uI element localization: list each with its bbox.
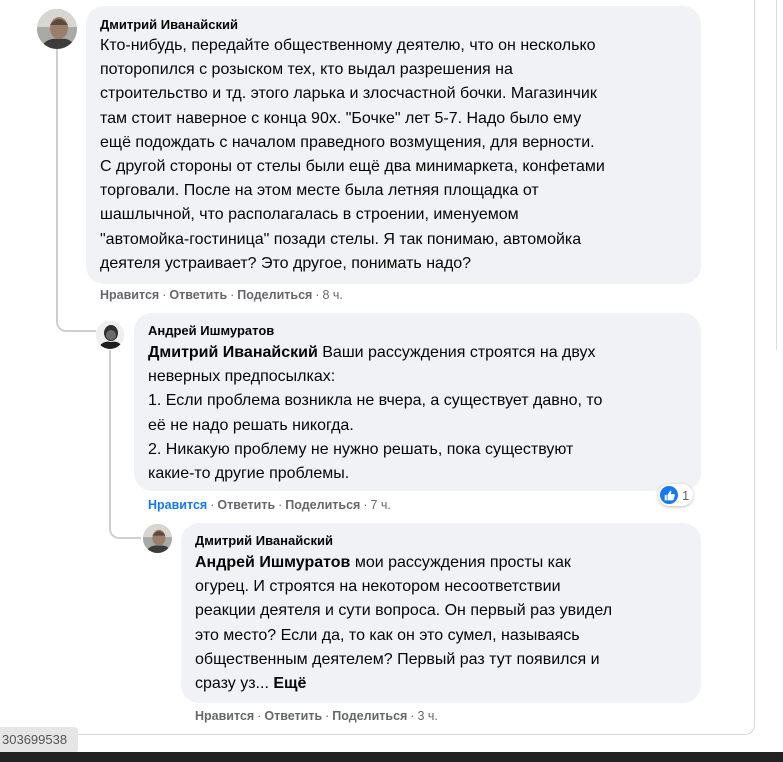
comment-actions: Нравится · Ответить · Поделиться · 3 ч. <box>195 709 438 723</box>
mention-link[interactable]: Дмитрий Иванайский <box>148 344 318 361</box>
avatar-andrey[interactable] <box>96 321 124 349</box>
footer-id-badge: 303699538 <box>0 727 78 753</box>
reaction-count: 1 <box>682 487 690 503</box>
comment-line: общественным деятелем? Первый раз тут по… <box>195 650 600 668</box>
comment-author[interactable]: Андрей Ишмуратов <box>148 323 274 338</box>
comment-line: её не надо решать никогда. <box>148 416 354 434</box>
comment-line-rest: мои рассуждения просты как <box>350 554 571 571</box>
comment-actions: Нравится · Ответить · Поделиться · 7 ч. <box>148 498 391 512</box>
like-reaction-icon <box>660 486 678 504</box>
comment-line: 1. Если проблема возникла не вчера, а су… <box>148 392 603 410</box>
avatar-photo-icon <box>143 524 172 553</box>
comment-line: деятеля устраивает? Это другое, понимать… <box>100 254 472 272</box>
comment-text: Дмитрий Иванайский Ваши рассуждения стро… <box>148 341 602 486</box>
comment-author[interactable]: Дмитрий Иванайский <box>100 17 238 32</box>
comment-line-rest: Ваши рассуждения строятся на двух <box>317 344 596 361</box>
see-more-link[interactable]: Ещё <box>273 675 306 692</box>
reply-button[interactable]: Ответить <box>169 288 227 302</box>
comment-actions: Нравится · Ответить · Поделиться · 8 ч. <box>100 288 343 302</box>
comment-line: поторопился с розыском тех, кто выдал ра… <box>100 61 513 79</box>
reply-button[interactable]: Ответить <box>264 709 322 723</box>
comment-line: торговали. После на этом месте была летн… <box>100 182 539 200</box>
page-scroll-edge <box>776 0 783 350</box>
avatar-dmitry[interactable] <box>143 524 172 553</box>
comment-line: Андрей Ишмуратов мои рассуждения просты … <box>195 551 612 575</box>
comment-line: ещё подождать с началом праведного возму… <box>100 133 595 151</box>
comment-line: Дмитрий Иванайский Ваши рассуждения стро… <box>148 341 602 365</box>
comment-text: Андрей Ишмуратов мои рассуждения просты … <box>195 551 612 696</box>
comment-text: Кто-нибудь, передайте общественному деят… <box>100 34 605 276</box>
reply-button[interactable]: Ответить <box>217 498 275 512</box>
comment-line: Кто-нибудь, передайте общественному деят… <box>100 37 596 54</box>
avatar-photo-icon <box>37 9 77 49</box>
like-button[interactable]: Нравится <box>148 498 207 512</box>
comment-line: "автомойка-гостиница" позади стелы. Я та… <box>100 230 582 248</box>
avatar-dmitry[interactable] <box>37 9 77 49</box>
comment-line: реакции деятеля и сути вопроса. Он первы… <box>195 602 613 620</box>
comment-line: С другой стороны от стелы были ещё два м… <box>100 158 605 176</box>
share-button[interactable]: Поделиться <box>332 709 407 723</box>
avatar-photo-icon <box>96 321 124 349</box>
comment-timestamp[interactable]: 8 ч. <box>323 288 343 302</box>
comment-timestamp[interactable]: 3 ч. <box>418 709 438 723</box>
comment-line: строительство и тд. этого ларька и злосч… <box>100 85 597 103</box>
comment-line: огурец. И строятся на некотором несоотве… <box>195 578 561 596</box>
share-button[interactable]: Поделиться <box>285 498 360 512</box>
reaction-summary[interactable]: 1 <box>658 484 694 506</box>
mention-link[interactable]: Андрей Ишмуратов <box>195 554 350 571</box>
comment-line: 2. Никакую проблему не нужно решать, пок… <box>148 440 574 458</box>
comment-line: какие-то другие проблемы. <box>148 465 350 483</box>
comment-line: неверных предпосылках: <box>148 368 336 386</box>
like-button[interactable]: Нравится <box>195 709 254 723</box>
comment-line: шашлычной, что располагалась в строении,… <box>100 206 519 224</box>
like-button[interactable]: Нравится <box>100 288 159 302</box>
truncated-line: сразу уз... <box>195 675 274 693</box>
comment-line: там стоит наверное с конца 90х. "Бочке" … <box>100 109 582 127</box>
share-button[interactable]: Поделиться <box>237 288 312 302</box>
comment-line: это место? Если да, то как он это сумел,… <box>195 626 580 644</box>
comment-timestamp[interactable]: 7 ч. <box>371 498 391 512</box>
comment-author[interactable]: Дмитрий Иванайский <box>195 533 333 548</box>
comment-line: сразу уз... Ещё <box>195 672 612 696</box>
bottom-bar <box>0 752 783 762</box>
